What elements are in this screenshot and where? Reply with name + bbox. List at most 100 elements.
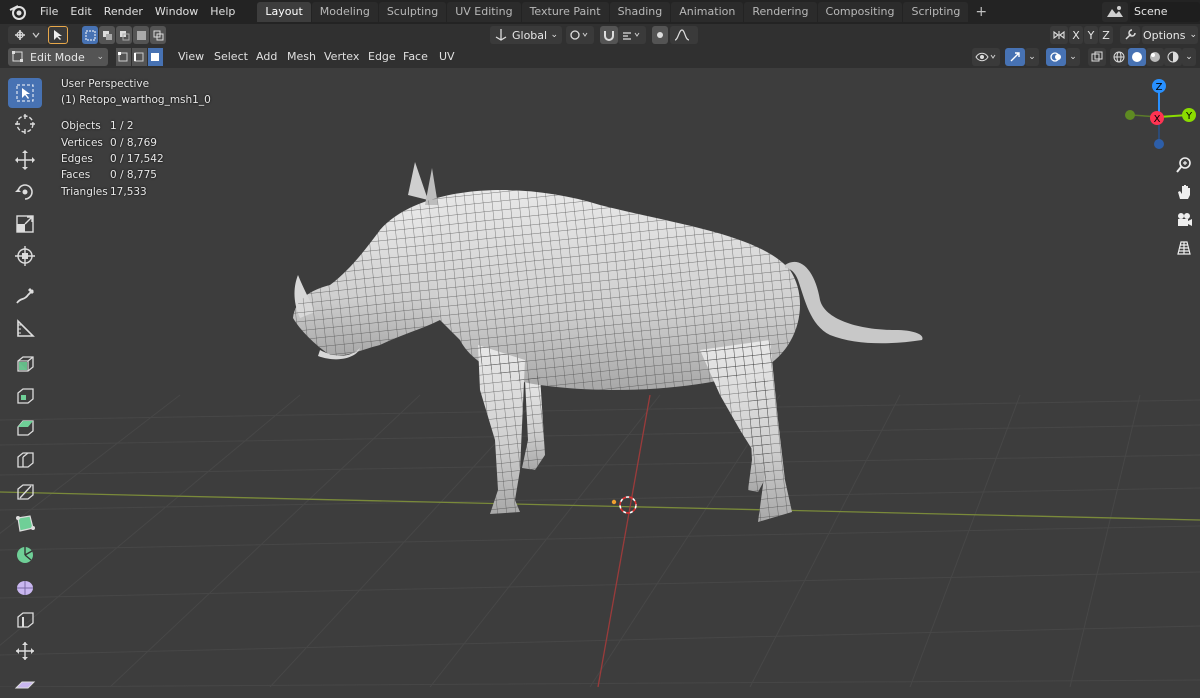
tool-measure[interactable] [8,313,42,343]
gizmo-neg-y[interactable] [1125,110,1135,120]
shading-wireframe-button[interactable] [1110,48,1128,66]
xray-icon [1091,51,1103,62]
select-subtract-icon [119,30,129,40]
tool-loop-cut[interactable] [8,444,42,474]
tool-knife[interactable] [8,476,42,506]
overlays-toggle[interactable] [1046,48,1066,66]
3d-cursor[interactable] [611,496,637,514]
options-dropdown[interactable]: Options ⌄ [1142,26,1198,44]
tool-poly-build[interactable] [8,508,42,538]
tab-animation[interactable]: Animation [671,2,744,22]
menu-render[interactable]: Render [98,0,149,24]
tab-scripting[interactable]: Scripting [903,2,969,22]
tab-rendering[interactable]: Rendering [744,2,817,22]
gizmo-neg-z[interactable] [1154,139,1164,149]
editor-type-button[interactable] [8,26,48,44]
tool-extrude-region[interactable] [8,348,42,378]
falloff-select[interactable] [670,26,698,44]
select-intersect-icon [153,30,163,40]
tab-uv-editing[interactable]: UV Editing [447,2,521,22]
stat-label: Edges [61,153,93,165]
select-extend-icon [102,30,112,40]
gizmo-y-label: Y [1185,111,1193,122]
menu-add[interactable]: Add [256,46,277,68]
tab-texture-paint[interactable]: Texture Paint [521,2,609,22]
select-invert-button[interactable] [133,26,149,44]
shading-solid-button[interactable] [1128,48,1146,66]
mirror-x-button[interactable]: X [1069,26,1083,44]
tool-shrink-fatten[interactable] [8,636,42,666]
menu-view[interactable]: View [178,46,204,68]
tool-edge-slide[interactable] [8,604,42,634]
edge-select-mode[interactable] [132,48,147,66]
tool-transform[interactable] [8,241,42,271]
navigation-gizmo[interactable]: Z Y X [1125,79,1196,149]
overlays-dropdown[interactable]: ⌄ [1066,48,1080,66]
select-tool-button[interactable] [48,26,68,44]
xray-toggle[interactable] [1088,48,1106,66]
shading-rendered-button[interactable] [1164,48,1182,66]
select-subtract-button[interactable] [116,26,132,44]
tool-annotate[interactable] [8,281,42,311]
shading-dropdown[interactable]: ⌄ [1182,48,1196,66]
menu-mesh[interactable]: Mesh [287,46,316,68]
warthog-mesh [293,162,923,522]
annotate-icon [16,288,34,304]
pivot-point-select[interactable] [566,26,594,44]
auto-merge-toggle[interactable] [1120,26,1140,44]
tool-select-box[interactable] [8,78,42,108]
select-new-button[interactable] [82,26,98,44]
menu-window[interactable]: Window [149,0,204,24]
menu-edge[interactable]: Edge [368,46,396,68]
interaction-mode-select[interactable]: Edit Mode ⌄ [8,48,108,66]
proportional-edit-toggle[interactable] [652,26,668,44]
tool-smooth[interactable] [8,572,42,602]
menu-file[interactable]: File [34,0,64,24]
object-visibility-select[interactable] [972,48,1000,66]
tool-bevel[interactable] [8,412,42,442]
gizmo-toggle[interactable] [1005,48,1025,66]
mirror-y-button[interactable]: Y [1084,26,1098,44]
shading-material-button[interactable] [1146,48,1164,66]
tab-layout[interactable]: Layout [257,2,311,22]
mirror-z-button[interactable]: Z [1099,26,1113,44]
menu-help[interactable]: Help [204,0,241,24]
tool-move[interactable] [8,145,42,175]
pan-button[interactable] [1171,179,1197,205]
scene-name-field[interactable]: Scene [1130,2,1200,22]
mirror-toggle[interactable] [1050,26,1068,44]
transform-orientation-select[interactable]: Global ⌄ [490,26,562,44]
scale-icon [16,215,34,233]
add-workspace-button[interactable]: + [969,4,993,20]
scene-icon[interactable] [1102,2,1128,22]
tool-shear[interactable] [8,668,42,698]
tab-modeling[interactable]: Modeling [311,2,378,22]
snap-toggle[interactable] [600,26,618,44]
chevron-down-icon: ⌄ [96,52,104,62]
edit-mode-icon [12,51,23,62]
menu-vertex[interactable]: Vertex [324,46,359,68]
menu-edit[interactable]: Edit [64,0,97,24]
tool-cursor[interactable] [8,109,42,139]
face-select-mode[interactable] [148,48,163,66]
blender-logo-icon[interactable] [8,2,28,22]
menu-face[interactable]: Face [403,46,428,68]
snap-target-select[interactable] [618,26,646,44]
tab-shading[interactable]: Shading [609,2,671,22]
3d-viewport[interactable]: Z Y X [0,68,1200,687]
menu-uv[interactable]: UV [439,46,455,68]
vertex-select-mode[interactable] [116,48,131,66]
select-intersect-button[interactable] [150,26,166,44]
gizmo-dropdown[interactable]: ⌄ [1025,48,1039,66]
tool-spin[interactable] [8,540,42,570]
camera-view-button[interactable] [1171,207,1197,233]
select-extend-button[interactable] [99,26,115,44]
tool-rotate[interactable] [8,177,42,207]
zoom-button[interactable] [1171,152,1197,178]
ortho-toggle-button[interactable] [1171,235,1197,261]
tab-sculpting[interactable]: Sculpting [378,2,447,22]
tab-compositing[interactable]: Compositing [817,2,903,22]
tool-inset-faces[interactable] [8,380,42,410]
tool-scale[interactable] [8,209,42,239]
menu-select[interactable]: Select [214,46,248,68]
